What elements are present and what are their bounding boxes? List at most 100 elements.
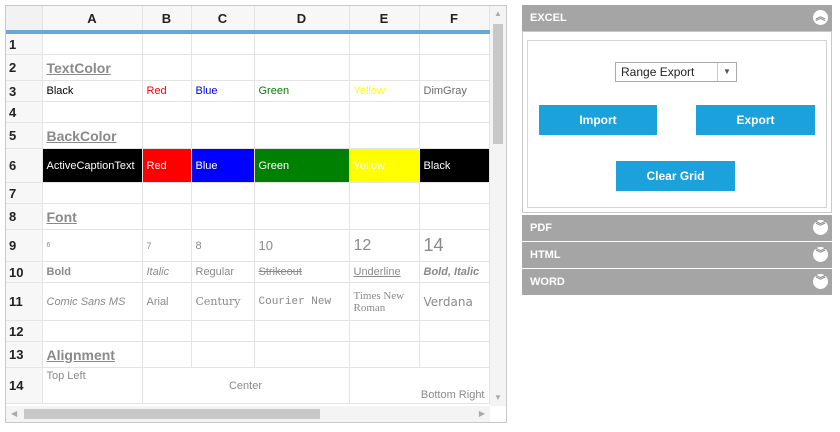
grid-cell[interactable]: Font <box>42 203 143 230</box>
grid-cell[interactable]: Alignment <box>42 341 143 368</box>
grid-cell[interactable] <box>254 54 350 81</box>
grid-cell[interactable] <box>142 32 192 55</box>
row-header[interactable]: 10 <box>6 261 43 283</box>
grid-cell[interactable]: Strikeout <box>254 261 350 283</box>
export-mode-select[interactable]: Range Export ▼ <box>615 62 737 82</box>
grid-cell[interactable]: Green <box>254 148 350 183</box>
grid-cell[interactable] <box>191 101 255 123</box>
grid-cell[interactable] <box>254 182 350 204</box>
row-header[interactable]: 12 <box>6 320 43 342</box>
column-header-b[interactable]: B <box>142 6 192 34</box>
grid-cell[interactable] <box>349 182 420 204</box>
grid-cell[interactable] <box>254 203 350 230</box>
grid-cell[interactable] <box>419 203 490 230</box>
horizontal-scrollbar[interactable]: ◀ ▶ <box>6 406 490 422</box>
import-button[interactable]: Import <box>539 105 657 135</box>
chevron-down-icon[interactable]: ▼ <box>717 63 736 81</box>
vertical-scroll-thumb[interactable] <box>493 24 503 144</box>
grid-cell[interactable]: ActiveCaptionText <box>42 148 143 183</box>
row-header[interactable]: 2 <box>6 54 43 81</box>
grid-cell[interactable]: Green <box>254 80 350 102</box>
double-chevron-down-icon[interactable]: ︾ <box>813 247 828 262</box>
grid-cell[interactable]: Bold, Italic <box>419 261 490 283</box>
scroll-down-icon[interactable]: ▼ <box>494 393 502 403</box>
column-header-e[interactable]: E <box>349 6 420 34</box>
grid-cell[interactable] <box>349 320 420 342</box>
row-header[interactable]: 13 <box>6 341 43 368</box>
grid-cell[interactable] <box>42 101 143 123</box>
grid-cell[interactable] <box>142 182 192 204</box>
double-chevron-down-icon[interactable]: ︾ <box>813 274 828 289</box>
html-accordion-header[interactable]: HTML ︾ <box>522 242 832 268</box>
horizontal-scroll-thumb[interactable] <box>24 409 320 419</box>
grid-cell[interactable] <box>254 122 350 149</box>
grid-cell[interactable] <box>349 101 420 123</box>
grid-cell[interactable]: Verdana <box>419 282 490 321</box>
grid-cell[interactable] <box>42 320 143 342</box>
corner-cell[interactable] <box>6 6 43 34</box>
column-header-d[interactable]: D <box>254 6 350 34</box>
grid-cell[interactable] <box>419 341 490 368</box>
grid-cell[interactable] <box>419 54 490 81</box>
grid-cell[interactable]: Courier New <box>254 282 350 321</box>
grid-cell[interactable]: TextColor <box>42 54 143 81</box>
column-header-a[interactable]: A <box>42 6 143 34</box>
grid-cell[interactable] <box>42 32 143 55</box>
export-button[interactable]: Export <box>696 105 815 135</box>
grid-cell[interactable] <box>254 101 350 123</box>
grid-cell[interactable] <box>142 341 192 368</box>
grid-cell[interactable] <box>419 182 490 204</box>
grid-cell[interactable]: Red <box>142 148 192 183</box>
grid-cell[interactable] <box>191 32 255 55</box>
grid-cell[interactable]: Blue <box>191 148 255 183</box>
grid-cell[interactable] <box>142 101 192 123</box>
grid-cell[interactable]: Arial <box>142 282 192 321</box>
grid-cell[interactable] <box>254 32 350 55</box>
grid-cell[interactable] <box>349 203 420 230</box>
grid-cell[interactable]: Red <box>142 80 192 102</box>
grid-cell[interactable] <box>349 122 420 149</box>
grid-cell[interactable] <box>191 203 255 230</box>
clear-grid-button[interactable]: Clear Grid <box>616 161 735 191</box>
row-header[interactable]: 11 <box>6 282 43 321</box>
grid-cell[interactable]: 12 <box>349 229 420 262</box>
column-header-c[interactable]: C <box>191 6 255 34</box>
grid-cell[interactable] <box>142 122 192 149</box>
grid-cell[interactable] <box>254 320 350 342</box>
row-header[interactable]: 7 <box>6 182 43 204</box>
grid-cell[interactable]: Yellow <box>349 80 420 102</box>
row-header[interactable]: 9 <box>6 229 43 262</box>
grid-cell[interactable] <box>191 341 255 368</box>
grid-cell[interactable]: Blue <box>191 80 255 102</box>
row-header[interactable]: 8 <box>6 203 43 230</box>
grid-cell[interactable] <box>42 182 143 204</box>
pdf-accordion-header[interactable]: PDF ︾ <box>522 215 832 241</box>
grid-cell[interactable] <box>142 320 192 342</box>
grid-cell[interactable]: Century <box>191 282 255 321</box>
grid-cell[interactable] <box>419 101 490 123</box>
grid-cell[interactable] <box>419 320 490 342</box>
row-header[interactable]: 6 <box>6 148 43 183</box>
grid-cell[interactable] <box>349 54 420 81</box>
column-header-f[interactable]: F <box>419 6 490 34</box>
word-accordion-header[interactable]: WORD ︾ <box>522 269 832 295</box>
grid-cell[interactable]: 8 <box>191 229 255 262</box>
grid-cell[interactable] <box>419 122 490 149</box>
row-header[interactable]: 3 <box>6 80 43 102</box>
grid-cell[interactable]: Comic Sans MS <box>42 282 143 321</box>
vertical-scrollbar[interactable]: ▲ ▼ <box>490 6 506 406</box>
scroll-up-icon[interactable]: ▲ <box>494 9 502 19</box>
grid-cell[interactable] <box>191 54 255 81</box>
grid-cell[interactable]: Center <box>142 367 350 404</box>
grid-cell[interactable] <box>254 341 350 368</box>
row-header[interactable]: 5 <box>6 122 43 149</box>
grid-cell[interactable]: Underline <box>349 261 420 283</box>
grid-cell[interactable] <box>191 122 255 149</box>
grid-cell[interactable]: 6 <box>42 229 143 262</box>
grid-cell[interactable]: Italic <box>142 261 192 283</box>
row-header[interactable]: 1 <box>6 32 43 55</box>
grid-cell[interactable] <box>191 182 255 204</box>
grid-cell[interactable]: Black <box>419 148 490 183</box>
grid-cell[interactable]: Yellow <box>349 148 420 183</box>
double-chevron-down-icon[interactable]: ︾ <box>813 220 828 235</box>
